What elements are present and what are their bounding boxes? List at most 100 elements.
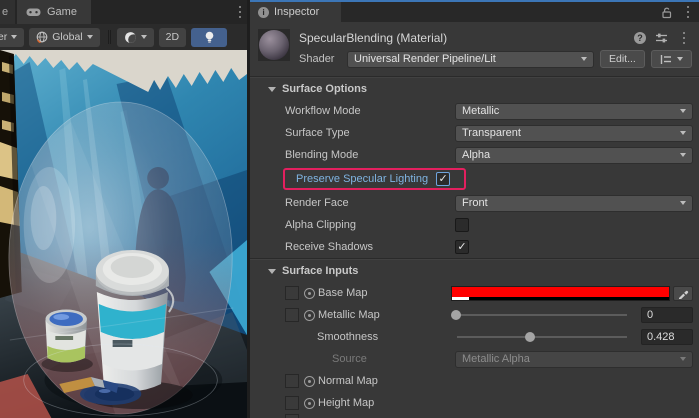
surface-type-label: Surface Type <box>285 127 455 139</box>
base-map-color-field[interactable] <box>451 286 670 301</box>
smoothness-slider[interactable] <box>455 329 633 345</box>
normal-map-texture-slot[interactable] <box>285 374 299 388</box>
globe-icon <box>36 31 48 43</box>
surface-type-dropdown[interactable]: Transparent <box>455 125 693 142</box>
workflow-mode-dropdown[interactable]: Metallic <box>455 103 693 120</box>
surface-options-foldout[interactable]: Surface Options <box>250 78 699 100</box>
chevron-down-icon <box>11 35 17 39</box>
help-icon[interactable]: ? <box>634 32 646 44</box>
material-menu-icon[interactable] <box>677 32 691 45</box>
metallic-map-row: Metallic Map 0 <box>250 304 699 326</box>
chevron-down-icon <box>680 109 686 113</box>
clipped-next-row <box>250 414 699 418</box>
surface-inputs-foldout[interactable]: Surface Inputs <box>250 260 699 282</box>
shader-list-button[interactable] <box>651 50 692 68</box>
surface-type-row: Surface Type Transparent <box>250 122 699 144</box>
surface-inputs-title: Surface Inputs <box>282 265 358 277</box>
metallic-slider[interactable] <box>451 307 633 323</box>
shader-dropdown[interactable]: Universal Render Pipeline/Lit <box>347 51 594 68</box>
shader-value: Universal Render Pipeline/Lit <box>354 53 581 65</box>
left-tab-bar: e Game <box>0 0 247 24</box>
foldout-triangle-icon <box>268 87 276 92</box>
metallic-value-field[interactable]: 0 <box>641 307 693 323</box>
pivot-mode-button[interactable]: ter <box>0 28 24 47</box>
light-bulb-icon <box>204 31 215 44</box>
inspector-menu-icon[interactable] <box>681 6 695 19</box>
material-preview-sphere[interactable] <box>258 29 290 61</box>
object-picker-icon[interactable] <box>304 398 315 409</box>
annotation-highlight-box: Preserve Specular Lighting ✓ <box>283 168 466 190</box>
scene-lighting-toggle[interactable] <box>191 28 227 47</box>
slider-thumb[interactable] <box>525 332 535 342</box>
tab-game-label: Game <box>47 6 77 18</box>
list-icon <box>660 54 672 65</box>
shading-mode-button[interactable] <box>117 28 154 47</box>
base-map-texture-slot[interactable] <box>285 286 299 300</box>
unity-editor-window: e Game ter <box>0 0 699 418</box>
metallic-map-label: Metallic Map <box>318 309 451 321</box>
scene-view-menu-icon[interactable] <box>233 0 247 24</box>
smoothness-value-field[interactable]: 0.428 <box>641 329 693 345</box>
scene-viewport[interactable] <box>0 50 247 418</box>
shader-edit-button[interactable]: Edit... <box>600 50 645 68</box>
orientation-label: Global <box>52 31 82 43</box>
slider-track[interactable] <box>457 336 627 338</box>
height-map-row: Height Map <box>250 392 699 414</box>
presets-icon[interactable] <box>655 32 668 44</box>
chevron-down-icon <box>680 201 686 205</box>
workflow-mode-row: Workflow Mode Metallic <box>250 100 699 122</box>
pivot-mode-label: ter <box>0 31 7 43</box>
scene-toolbar: ter Global <box>0 24 247 50</box>
normal-map-row: Normal Map <box>250 370 699 392</box>
receive-shadows-row: Receive Shadows ✓ <box>250 236 699 258</box>
tab-inspector[interactable]: i Inspector <box>250 2 341 22</box>
chevron-down-icon <box>680 153 686 157</box>
receive-shadows-checkbox[interactable]: ✓ <box>455 240 469 254</box>
smoothness-label: Smoothness <box>317 331 455 343</box>
slider-track[interactable] <box>453 314 627 316</box>
toolbar-separator <box>108 30 109 44</box>
base-map-row: Base Map <box>250 282 699 304</box>
source-dropdown: Metallic Alpha <box>455 351 693 368</box>
chevron-down-icon <box>680 131 686 135</box>
alpha-clipping-row: Alpha Clipping <box>250 214 699 236</box>
scene-view-panel: e Game ter <box>0 0 250 418</box>
2d-mode-toggle[interactable]: 2D <box>159 28 186 47</box>
alpha-bar <box>452 297 669 300</box>
preserve-specular-checkbox[interactable]: ✓ <box>436 172 450 186</box>
unlock-icon[interactable] <box>660 6 673 19</box>
object-picker-icon[interactable] <box>304 288 315 299</box>
height-map-texture-slot[interactable] <box>285 396 299 410</box>
surface-options-title: Surface Options <box>282 83 367 95</box>
blending-mode-dropdown[interactable]: Alpha <box>455 147 693 164</box>
foldout-triangle-icon <box>268 269 276 274</box>
tab-inspector-label: Inspector <box>274 6 319 18</box>
render-face-dropdown[interactable]: Front <box>455 195 693 212</box>
source-label: Source <box>332 353 455 365</box>
render-face-label: Render Face <box>285 197 455 209</box>
receive-shadows-label: Receive Shadows <box>285 241 455 253</box>
source-value: Metallic Alpha <box>462 353 680 365</box>
inspector-tab-bar: i Inspector <box>250 2 699 22</box>
metallic-map-texture-slot[interactable] <box>285 308 299 322</box>
preserve-specular-row: Preserve Specular Lighting ✓ <box>250 166 699 192</box>
slider-thumb[interactable] <box>451 310 461 320</box>
info-icon: i <box>258 7 269 18</box>
alpha-clipping-checkbox[interactable] <box>455 218 469 232</box>
workflow-mode-label: Workflow Mode <box>285 105 455 117</box>
eyedropper-icon <box>678 288 689 299</box>
eyedropper-button[interactable] <box>673 286 693 301</box>
2d-label: 2D <box>166 31 179 43</box>
scene-render <box>0 50 247 418</box>
base-map-label: Base Map <box>318 287 451 299</box>
material-title: SpecularBlending (Material) <box>299 31 634 45</box>
object-picker-icon[interactable] <box>304 376 315 387</box>
height-map-label: Height Map <box>318 397 451 409</box>
orientation-button[interactable]: Global <box>29 28 99 47</box>
tab-game[interactable]: Game <box>17 0 91 24</box>
render-face-value: Front <box>462 197 680 209</box>
source-row: Source Metallic Alpha <box>250 348 699 370</box>
blending-mode-row: Blending Mode Alpha <box>250 144 699 166</box>
object-picker-icon[interactable] <box>304 310 315 321</box>
tab-scene-partial[interactable]: e <box>0 0 15 24</box>
